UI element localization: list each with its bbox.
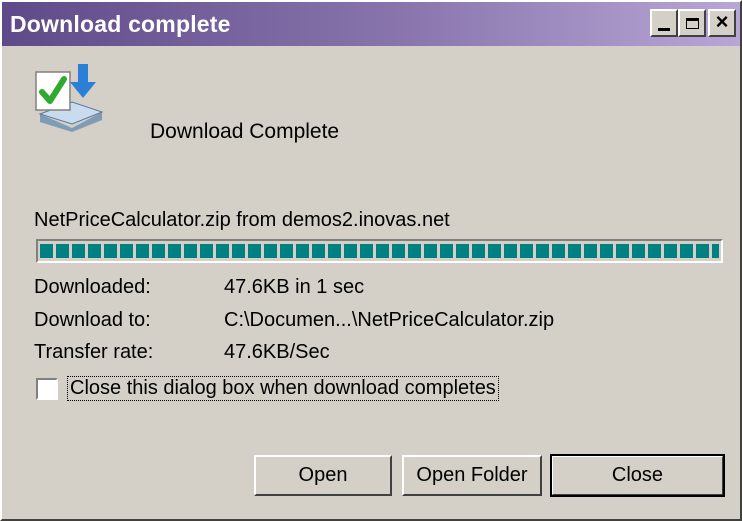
open-button[interactable]: Open [254, 455, 392, 496]
download-to-row: Download to: C:\Documen...\NetPriceCalcu… [34, 309, 554, 332]
download-to-label: Download to: [34, 309, 151, 331]
download-complete-icon [35, 64, 104, 132]
downloaded-value: 47.6KB in 1 sec [224, 276, 365, 298]
transfer-rate-label: Transfer rate: [34, 341, 154, 363]
close-when-complete-label[interactable]: Close this dialog box when download comp… [67, 376, 499, 401]
maximize-button[interactable] [678, 9, 706, 37]
progress-bar [36, 239, 723, 263]
minimize-icon [658, 27, 670, 31]
window-title: Download complete [10, 10, 231, 37]
close-button[interactable]: Close [550, 454, 725, 497]
minimize-button[interactable] [650, 9, 678, 37]
downloaded-label: Downloaded: [34, 276, 151, 298]
maximize-icon [685, 17, 699, 29]
file-source: NetPriceCalculator.zip from demos2.inova… [34, 209, 450, 231]
download-dialog: Download complete × Download Complete Ne… [0, 0, 742, 521]
title-bar[interactable]: Download complete × [2, 2, 740, 46]
transfer-rate-row: Transfer rate: 47.6KB/Sec [34, 341, 330, 364]
close-window-button[interactable]: × [708, 9, 736, 37]
close-icon: × [715, 9, 729, 34]
close-when-complete-option[interactable]: Close this dialog box when download comp… [36, 376, 499, 401]
transfer-rate-value: 47.6KB/Sec [224, 341, 330, 363]
dialog-heading: Download Complete [150, 120, 340, 143]
open-folder-button[interactable]: Open Folder [402, 455, 542, 496]
downloaded-row: Downloaded: 47.6KB in 1 sec [34, 276, 364, 299]
download-to-value: C:\Documen...\NetPriceCalculator.zip [224, 309, 555, 331]
close-when-complete-checkbox[interactable] [36, 377, 58, 400]
progress-fill [40, 244, 719, 258]
